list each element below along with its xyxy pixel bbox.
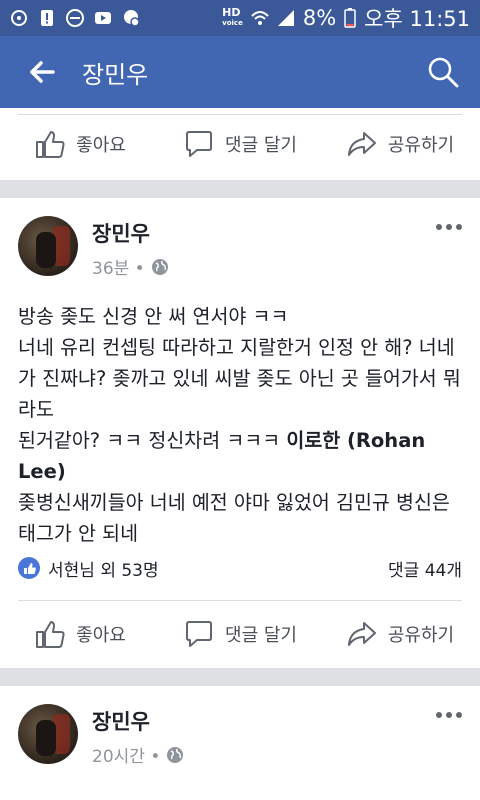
- author-name[interactable]: 장민우: [92, 218, 169, 248]
- post-stats: 서현님 외 53명 댓글 44개: [0, 538, 480, 598]
- comment-icon: [186, 131, 213, 157]
- more-dot-icon: [446, 712, 452, 718]
- share-label: 공유하기: [387, 135, 455, 156]
- share-label: 공유하기: [387, 625, 455, 646]
- previous-post-card: 좋아요 댓글 달기 공유하기: [0, 108, 480, 180]
- comment-button[interactable]: 댓글 달기: [160, 618, 320, 650]
- more-dot-icon: [456, 712, 462, 718]
- post-meta: 장민우 20시간 •: [92, 706, 184, 767]
- more-dot-icon: [446, 224, 452, 230]
- wifi-icon: [251, 11, 269, 25]
- back-button[interactable]: [20, 50, 64, 94]
- youtube-icon: [95, 12, 111, 24]
- comment-label: 댓글 달기: [225, 135, 297, 156]
- post-card: 장민우 36분 • 방송 좆도 신경 안 써 연서야 ㅋㅋ 너네 유리 컨셉팅 …: [0, 198, 480, 668]
- globe-icon: [167, 746, 184, 763]
- share-button[interactable]: 공유하기: [320, 128, 480, 160]
- alert-icon: [41, 10, 53, 26]
- battery-icon: [344, 8, 356, 28]
- status-bar: HD voice 8% 오후 11:51: [0, 0, 480, 36]
- share-icon: [347, 132, 376, 156]
- globe-icon: [151, 258, 168, 275]
- search-icon[interactable]: [426, 55, 460, 89]
- comment-label: 댓글 달기: [225, 625, 297, 646]
- post-text-2: 좆병신새끼들아 너네 예전 야마 잃었어 김민규 병신은 태그가 안 되네: [18, 491, 450, 545]
- post-actions: 좋아요 댓글 달기 공유하기: [0, 108, 480, 180]
- more-dot-icon: [436, 224, 442, 230]
- likes-summary[interactable]: 서현님 외 53명: [48, 556, 159, 581]
- like-badge-icon: [18, 557, 40, 579]
- divider: [18, 114, 462, 115]
- battery-percent: 8%: [302, 6, 337, 30]
- avatar[interactable]: [18, 216, 78, 276]
- do-not-disturb-icon: [66, 9, 84, 27]
- post-time[interactable]: 36분 •: [92, 254, 145, 279]
- post-time[interactable]: 20시간 •: [92, 742, 160, 767]
- avatar[interactable]: [18, 704, 78, 764]
- messenger-icon: [124, 10, 140, 27]
- more-options-button[interactable]: [436, 224, 462, 230]
- author-name[interactable]: 장민우: [92, 706, 184, 736]
- share-icon: [347, 622, 376, 646]
- more-dot-icon: [456, 224, 462, 230]
- thumbs-up-icon: [36, 131, 65, 158]
- arrow-left-icon: [30, 61, 55, 83]
- more-options-button[interactable]: [436, 712, 462, 718]
- post-body: 방송 좆도 신경 안 써 연서야 ㅋㅋ 너네 유리 컨셉팅 따라하고 지랄한거 …: [0, 279, 480, 549]
- clock: 오후 11:51: [364, 7, 470, 31]
- hd-label: HD: [222, 6, 241, 19]
- app-bar: 장민우: [0, 36, 480, 108]
- like-button[interactable]: 좋아요: [0, 618, 160, 650]
- hd-voice-indicator: HD voice: [222, 6, 243, 28]
- post-meta: 장민우 36분 •: [92, 218, 169, 279]
- notification-icon: [11, 10, 27, 26]
- post-time-row: 20시간 •: [92, 742, 184, 767]
- like-label: 좋아요: [76, 135, 126, 156]
- post-time-row: 36분 •: [92, 254, 169, 279]
- share-button[interactable]: 공유하기: [320, 618, 480, 650]
- post-card: 장민우 20시간 •: [0, 686, 480, 800]
- thumbs-up-icon: [36, 621, 65, 648]
- signal-icon: [277, 10, 294, 26]
- post-header: 장민우 36분 •: [0, 198, 480, 279]
- comment-icon: [186, 621, 213, 647]
- page-title: 장민우: [82, 60, 149, 89]
- voice-label: voice: [222, 19, 243, 27]
- comments-count[interactable]: 댓글 44개: [388, 556, 462, 581]
- like-button[interactable]: 좋아요: [0, 128, 160, 160]
- post-actions: 좋아요 댓글 달기 공유하기: [0, 598, 480, 670]
- comment-button[interactable]: 댓글 달기: [160, 128, 320, 160]
- post-header: 장민우 20시간 •: [0, 686, 480, 767]
- more-dot-icon: [436, 712, 442, 718]
- like-label: 좋아요: [76, 625, 126, 646]
